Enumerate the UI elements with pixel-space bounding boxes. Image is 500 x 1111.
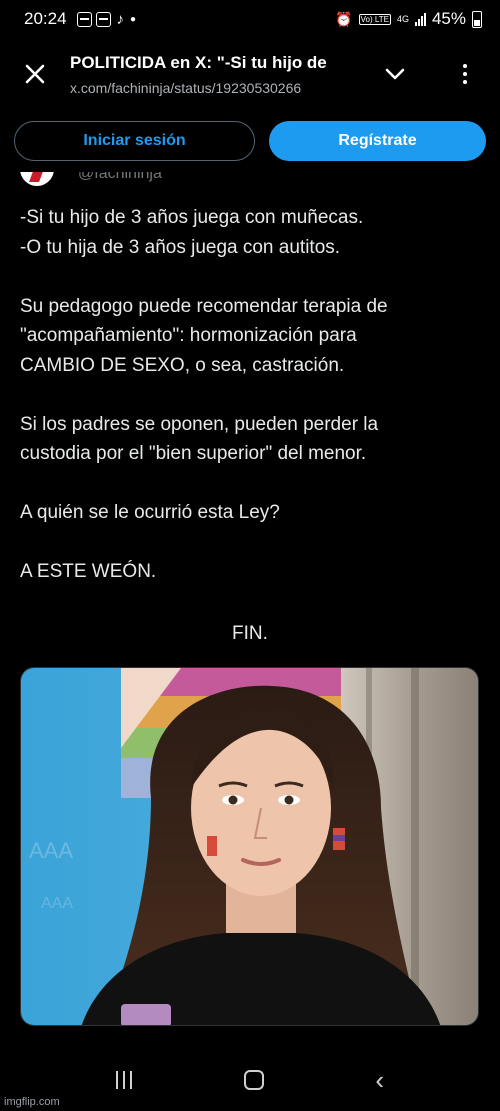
message-notification-icon (95, 11, 111, 27)
svg-text:AAA: AAA (41, 895, 73, 912)
browser-tab-header: POLITICIDA en X: "-Si tu hijo de x.com/f… (0, 38, 500, 110)
tweet-line: CAMBIO DE SEXO, o sea, castración. (20, 354, 345, 376)
signup-button[interactable]: Regístrate (269, 121, 486, 161)
tweet-photo[interactable]: AAA AAA (20, 667, 479, 1026)
close-icon[interactable] (0, 38, 70, 110)
status-indicators: ⏰ Vo) LTE 4G 45% (335, 9, 482, 29)
battery-icon (472, 10, 482, 28)
battery-percentage: 45% (431, 9, 466, 28)
home-icon[interactable] (243, 1069, 264, 1090)
photo-illustration: AAA AAA (21, 668, 478, 1025)
tweet-line: "acompañamiento": hormonización para (20, 325, 357, 346)
tweet-line: Su pedagogo puede recomendar terapia de (20, 295, 388, 317)
status-time: 20:24 (24, 9, 67, 28)
tweet-line: A quién se le ocurrió esta Ley? (20, 502, 280, 523)
tweet-line: -O tu hija de 3 años juega con autitos. (20, 236, 341, 258)
network-type-icon: 4G (396, 13, 409, 24)
back-icon[interactable]: ‹ (375, 1067, 384, 1093)
tweet-line: A ESTE WEÓN. (20, 561, 157, 582)
signal-icon (414, 12, 426, 26)
tiktok-icon: ♪ (116, 10, 125, 28)
system-nav-bar: ‹ (0, 1048, 500, 1111)
alarm-icon: ⏰ (335, 10, 353, 27)
tweet-text: -Si tu hijo de 3 años juega con muñecas.… (20, 203, 480, 587)
message-notification-icon (76, 11, 92, 27)
tab-title-block: POLITICIDA en X: "-Si tu hijo de x.com/f… (70, 53, 360, 96)
page-title: POLITICIDA en X: "-Si tu hijo de (70, 52, 327, 72)
tweet-line: -Si tu hijo de 3 años juega con muñecas. (20, 207, 364, 228)
more-vertical-icon[interactable] (430, 38, 500, 110)
volte-icon: Vo) LTE (358, 13, 391, 25)
more-notifications-dot-icon: ● (130, 13, 137, 25)
tweet-line: custodia por el "bien superior" del meno… (20, 443, 367, 464)
page-url[interactable]: x.com/fachininja/status/19230530266 (70, 80, 360, 96)
login-button[interactable]: Iniciar sesión (14, 121, 255, 161)
tweet-line: Si los padres se oponen, pueden perder l… (20, 413, 379, 435)
watermark: imgflip.com (4, 1096, 60, 1108)
status-bar: 20:24 ♪ ● ⏰ Vo) LTE 4G 45% (0, 0, 500, 38)
tweet-fin: FIN. (232, 623, 268, 644)
chevron-down-icon[interactable] (360, 38, 430, 110)
svg-text:AAA: AAA (29, 838, 73, 863)
recent-apps-icon[interactable] (115, 1070, 132, 1089)
auth-bar: Iniciar sesión Regístrate (0, 110, 500, 172)
